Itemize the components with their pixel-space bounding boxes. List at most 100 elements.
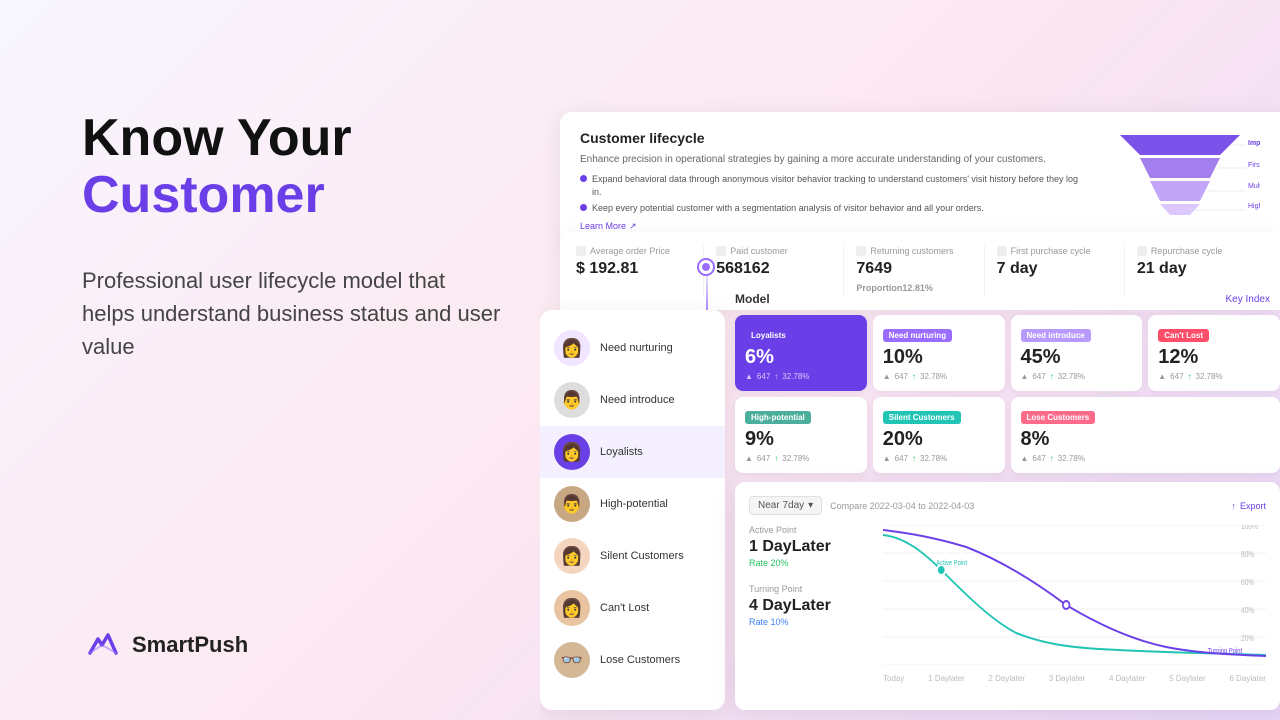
analytics-left: Active Point 1 DayLater Rate 20% Turning…	[749, 525, 869, 689]
tag-need-introduce: Need introduce	[1021, 329, 1091, 342]
stats-silent: ▲ 647 ↑ 32.78%	[883, 454, 995, 463]
turning-point-label: Turning Point	[749, 584, 869, 594]
tag-loyalists: Loyalists	[745, 329, 792, 342]
export-button[interactable]: ↑ Export	[1231, 501, 1266, 511]
tag-high-potential: High-potential	[745, 411, 811, 424]
user-name-need-nurturing: Need nurturing	[600, 342, 673, 354]
pct-high-potential: 9%	[745, 428, 857, 451]
stat-paid-label: Paid customer	[716, 246, 831, 256]
tag-lose: Lose Customers	[1021, 411, 1096, 424]
x-label-0: Today	[883, 674, 904, 683]
avatar-cant-lost: 👩	[554, 590, 590, 626]
svg-text:High-value: High-value	[1248, 203, 1260, 210]
stat-first-value: 7 day	[997, 260, 1112, 278]
tag-cant-lost: Can't Lost	[1158, 329, 1209, 342]
svg-text:Turning Point: Turning Point	[1208, 648, 1243, 656]
user-item-need-introduce[interactable]: 👨 Need introduce	[540, 374, 725, 426]
stat-paid-customer: Paid customer 568162	[704, 246, 844, 296]
stat-repurchase-label: Repurchase cycle	[1137, 246, 1252, 256]
model-title: Model	[735, 292, 770, 306]
user-item-need-nurturing[interactable]: 👩 Need nurturing	[540, 322, 725, 374]
user-item-silent[interactable]: 👩 Silent Customers	[540, 530, 725, 582]
segment-need-nurturing[interactable]: Need nurturing 10% ▲ 647 ↑ 32.78%	[873, 315, 1005, 391]
svg-text:20%: 20%	[1241, 633, 1255, 643]
lifecycle-card: Customer lifecycle Enhance precision in …	[560, 112, 1280, 250]
key-index: Key Index	[1226, 294, 1270, 305]
svg-text:Impurchase: Impurchase	[1248, 140, 1260, 147]
learn-more-link[interactable]: Learn More ↗	[580, 221, 1080, 232]
date-dropdown[interactable]: Near 7day ▾	[749, 496, 822, 515]
lifecycle-bullet-2: Keep every potential customer with a seg…	[580, 202, 1080, 215]
user-list-panel: 👩 Need nurturing 👨 Need introduce 👩 Loya…	[540, 310, 725, 710]
stats-high-potential: ▲ 647 ↑ 32.78%	[745, 454, 857, 463]
lifecycle-desc: Enhance precision in operational strateg…	[580, 152, 1080, 167]
compare-text: Compare 2022-03-04 to 2022-04-03	[830, 501, 974, 511]
segment-grid: Loyalists 6% ▲ 647 ↑ 32.78% Need nurturi…	[735, 315, 1280, 473]
hero-line2: Customer	[82, 167, 542, 224]
stat-repurchase-value: 21 day	[1137, 260, 1252, 278]
logo-text: SmartPush	[132, 632, 248, 658]
chart-svg: 100% 80% 60% 40% 20% Active Point	[883, 525, 1266, 665]
svg-text:80%: 80%	[1241, 549, 1255, 559]
stat-first-label: First purchase cycle	[997, 246, 1112, 256]
svg-text:Active Point: Active Point	[936, 560, 967, 568]
analytics-header: Near 7day ▾ Compare 2022-03-04 to 2022-0…	[749, 496, 1266, 515]
stats-need-introduce: ▲ 647 ↑ 32.78%	[1021, 372, 1133, 381]
stat-returning: Returning customers 7649 Proportion12.81…	[844, 246, 984, 296]
x-label-4: 4 Daylater	[1109, 674, 1145, 683]
x-label-1: 1 Daylater	[928, 674, 964, 683]
user-name-cant-lost: Can't Lost	[600, 602, 649, 614]
pct-loyalists: 6%	[745, 346, 857, 369]
user-name-need-introduce: Need introduce	[600, 394, 675, 406]
analytics-card: Near 7day ▾ Compare 2022-03-04 to 2022-0…	[735, 482, 1280, 710]
bullet-dot-2	[580, 204, 587, 211]
stats-cant-lost: ▲ 647 ↑ 32.78%	[1158, 372, 1270, 381]
segment-silent[interactable]: Silent Customers 20% ▲ 647 ↑ 32.78%	[873, 397, 1005, 473]
hero-subtext: Professional user lifecycle model that h…	[82, 264, 502, 363]
stat-avg-order: Average order Price $ 192.81	[576, 246, 704, 296]
avatar-high-potential: 👨	[554, 486, 590, 522]
date-selector: Near 7day ▾ Compare 2022-03-04 to 2022-0…	[749, 496, 974, 515]
segment-lose[interactable]: Lose Customers 8% ▲ 647 ↑ 32.78%	[1011, 397, 1280, 473]
x-label-3: 3 Daylater	[1049, 674, 1085, 683]
user-name-lose: Lose Customers	[600, 654, 680, 666]
user-item-lose[interactable]: 👓 Lose Customers	[540, 634, 725, 686]
stat-avg-order-label: Average order Price	[576, 246, 691, 256]
lifecycle-title: Customer lifecycle	[580, 130, 1080, 146]
stats-need-nurturing: ▲ 647 ↑ 32.78%	[883, 372, 995, 381]
user-name-loyalists: Loyalists	[600, 446, 643, 458]
segment-cant-lost[interactable]: Can't Lost 12% ▲ 647 ↑ 32.78%	[1148, 315, 1280, 391]
pct-need-nurturing: 10%	[883, 346, 995, 369]
active-point-rate: Rate 20%	[749, 558, 869, 568]
turning-point-value: 4 DayLater	[749, 597, 869, 615]
model-section: Model Key Index 👩 Need nurturing 👨 Need …	[540, 310, 1280, 720]
chart-area: 100% 80% 60% 40% 20% Active Point	[883, 525, 1266, 689]
stats-loyalists: ▲ 647 ↑ 32.78%	[745, 372, 857, 381]
stats-lose: ▲ 647 ↑ 32.78%	[1021, 454, 1271, 463]
user-item-high-potential[interactable]: 👨 High-potential	[540, 478, 725, 530]
segment-high-potential[interactable]: High-potential 9% ▲ 647 ↑ 32.78%	[735, 397, 867, 473]
lifecycle-left: Customer lifecycle Enhance precision in …	[580, 130, 1080, 232]
segment-need-introduce[interactable]: Need introduce 45% ▲ 647 ↑ 32.78%	[1011, 315, 1143, 391]
x-label-6: 6 Daylater	[1229, 674, 1265, 683]
stat-avg-order-value: $ 192.81	[576, 260, 691, 278]
user-item-cant-lost[interactable]: 👩 Can't Lost	[540, 582, 725, 634]
export-icon: ↑	[1231, 501, 1236, 511]
active-point-block: Active Point 1 DayLater Rate 20%	[749, 525, 869, 568]
turning-point-block: Turning Point 4 DayLater Rate 10%	[749, 584, 869, 627]
pct-need-introduce: 45%	[1021, 346, 1133, 369]
svg-text:40%: 40%	[1241, 605, 1255, 615]
lifecycle-bullet-1: Expand behavioral data through anonymous…	[580, 173, 1080, 198]
bullet-dot-1	[580, 175, 587, 182]
avatar-need-introduce: 👨	[554, 382, 590, 418]
avatar-lose: 👓	[554, 642, 590, 678]
segment-loyalists[interactable]: Loyalists 6% ▲ 647 ↑ 32.78%	[735, 315, 867, 391]
stat-first-purchase: First purchase cycle 7 day	[985, 246, 1125, 296]
pct-silent: 20%	[883, 428, 995, 451]
active-point-label: Active Point	[749, 525, 869, 535]
logo-icon	[82, 625, 122, 665]
svg-text:Multi-purchase: Multi-purchase	[1248, 183, 1260, 190]
user-item-loyalists[interactable]: 👩 Loyalists	[540, 426, 725, 478]
dashboard-area: Customer lifecycle Enhance precision in …	[540, 0, 1280, 720]
svg-text:First-time: First-time	[1248, 162, 1260, 169]
